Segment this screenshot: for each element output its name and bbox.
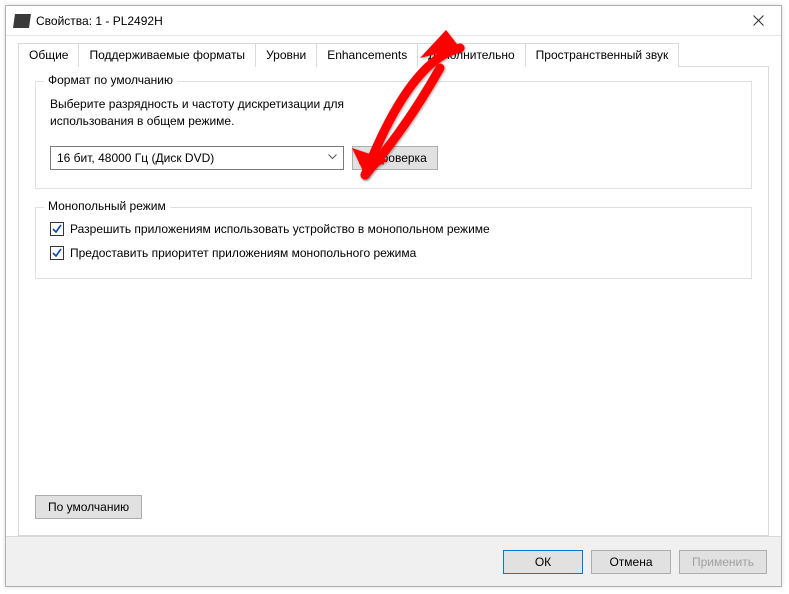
group-exclusive-mode-legend: Монопольный режим [44,199,170,213]
monitor-icon [13,14,31,28]
tab-levels[interactable]: Уровни [255,43,317,67]
default-format-description: Выберите разрядность и частоту дискретиз… [50,96,420,130]
checkbox-allow-exclusive-label: Разрешить приложениям использовать устро… [70,222,490,236]
checkbox-row-priority: Предоставить приоритет приложениям моноп… [50,246,737,260]
tab-advanced[interactable]: Дополнительно [417,43,525,67]
format-select-value: 16 бит, 48000 Гц (Диск DVD) [57,151,214,165]
test-button-label: Проверка [373,151,427,165]
content-area: Общие Поддерживаемые форматы Уровни Enha… [6,36,781,536]
tab-general[interactable]: Общие [18,43,79,67]
tab-supported-formats[interactable]: Поддерживаемые форматы [78,43,256,67]
tab-strip: Общие Поддерживаемые форматы Уровни Enha… [18,42,769,67]
ok-button[interactable]: ОК [503,550,583,574]
play-icon [359,152,369,164]
checkbox-row-allow-exclusive: Разрешить приложениям использовать устро… [50,222,737,236]
test-button[interactable]: Проверка [352,146,438,170]
cancel-button[interactable]: Отмена [591,550,671,574]
format-select[interactable]: 16 бит, 48000 Гц (Диск DVD) [50,146,344,170]
close-button[interactable] [736,6,781,36]
group-default-format: Формат по умолчанию Выберите разрядность… [35,81,752,189]
close-icon [753,15,764,26]
window-title: Свойства: 1 - PL2492H [36,14,736,28]
chevron-down-icon [328,152,337,163]
checkbox-priority[interactable] [50,246,64,260]
group-exclusive-mode: Монопольный режим Разрешить приложениям … [35,207,752,279]
titlebar: Свойства: 1 - PL2492H [6,6,781,36]
checkbox-priority-label: Предоставить приоритет приложениям моноп… [70,246,416,260]
defaults-row: По умолчанию [35,495,142,519]
tab-enhancements[interactable]: Enhancements [316,43,418,67]
group-default-format-legend: Формат по умолчанию [44,73,177,87]
checkbox-allow-exclusive[interactable] [50,222,64,236]
tab-spatial-sound[interactable]: Пространственный звук [525,43,680,67]
apply-button[interactable]: Применить [679,550,767,574]
dialog-button-bar: ОК Отмена Применить [6,536,781,586]
tab-pane-advanced: Формат по умолчанию Выберите разрядность… [18,67,769,536]
default-format-row: 16 бит, 48000 Гц (Диск DVD) Проверка [50,146,737,170]
restore-defaults-button[interactable]: По умолчанию [35,495,142,519]
properties-window: Свойства: 1 - PL2492H Общие Поддерживаем… [5,5,782,587]
